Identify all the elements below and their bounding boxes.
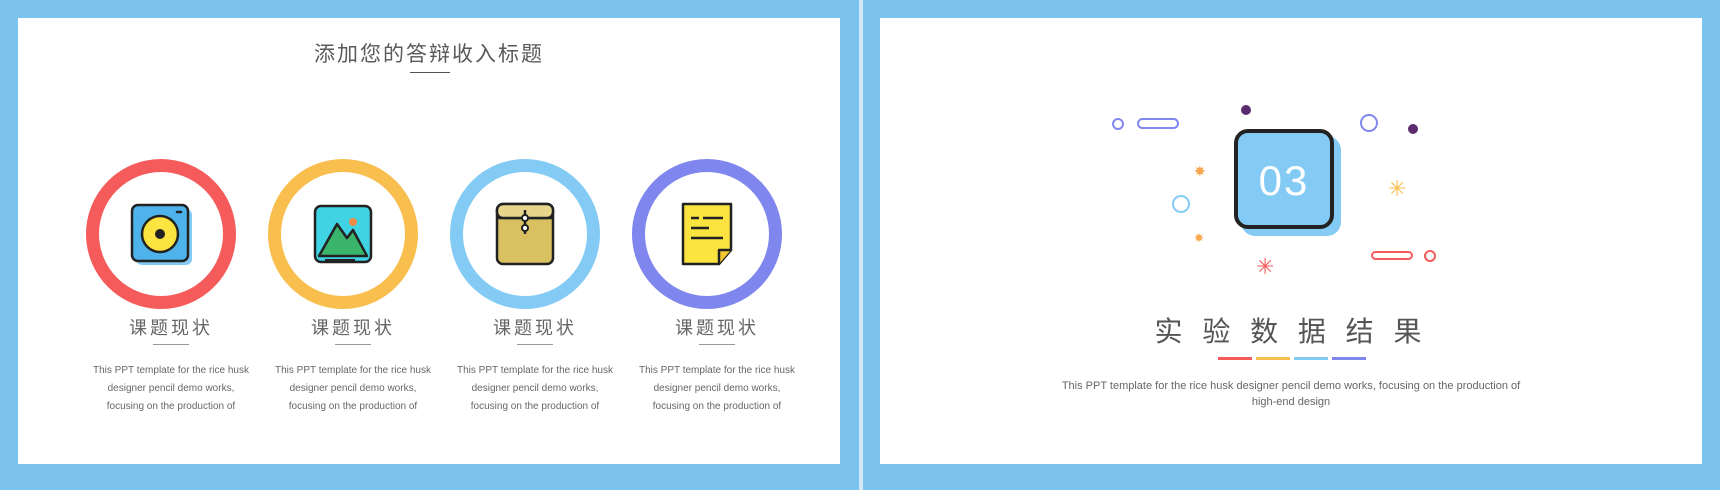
card-desc-2: This PPT template for the rice husk desi… [263,362,443,416]
underline-red [1218,357,1252,360]
svg-text:✳: ✳ [1256,255,1274,278]
envelope-icon [495,202,555,266]
card-desc-1: This PPT template for the rice husk desi… [81,362,261,416]
card-underline-1 [153,344,189,345]
card-desc-line: focusing on the production of [470,401,600,412]
number-badge: 03 [1234,129,1334,229]
slide-title: 添加您的答辩收入标题 [314,43,544,66]
card-underline-4 [699,344,735,345]
card-desc-line: designer pencil demo works, [289,383,417,394]
document-icon [681,202,733,266]
card-title-3: 课题现状 [493,318,577,338]
card-desc-line: focusing on the production of [652,401,782,412]
card-title-2: 课题现状 [311,318,395,338]
card-underline-2 [335,344,371,345]
section-number: 03 [1258,157,1310,204]
card-underline-3 [517,344,553,345]
card-title-4: 课题现状 [675,318,759,338]
card-desc-line: This PPT template for the rice husk [639,365,795,376]
card-desc-3: This PPT template for the rice husk desi… [445,362,625,416]
section-desc: This PPT template for the rice husk desi… [1020,378,1562,410]
card-desc-line: designer pencil demo works, [471,383,599,394]
card-desc-line: designer pencil demo works, [653,383,781,394]
svg-text:✳: ✳ [1388,177,1406,202]
card-desc-4: This PPT template for the rice husk desi… [627,362,807,416]
underline-yellow [1256,357,1290,360]
title-underline [410,72,450,73]
card-desc-line: designer pencil demo works, [107,383,235,394]
disc-icon [130,203,192,265]
svg-text:✸: ✸ [1194,164,1206,180]
svg-text:✸: ✸ [1194,231,1204,245]
picture-icon [313,204,373,264]
card-desc-line: This PPT template for the rice husk [93,365,249,376]
card-title-1: 课题现状 [129,318,213,338]
section-title: 实 验 数 据 结 果 [1154,316,1428,347]
slide-left[interactable]: 添加您的答辩收入标题 课题现状 This PPT template for th… [18,18,840,464]
card-desc-line: This PPT template for the rice husk [275,365,431,376]
underline-blue [1294,357,1328,360]
slide-right[interactable]: ✸ ✸ ✳ ✳ 03 实 验 数 据 结 果 This PPT template… [880,18,1702,464]
section-desc-line: high-end design [1251,396,1331,408]
card-desc-line: focusing on the production of [288,401,418,412]
slide-divider [859,0,863,490]
section-desc-line: This PPT template for the rice husk desi… [1061,380,1521,392]
card-desc-line: focusing on the production of [106,401,236,412]
card-desc-line: This PPT template for the rice husk [457,365,613,376]
underline-purple [1332,357,1366,360]
